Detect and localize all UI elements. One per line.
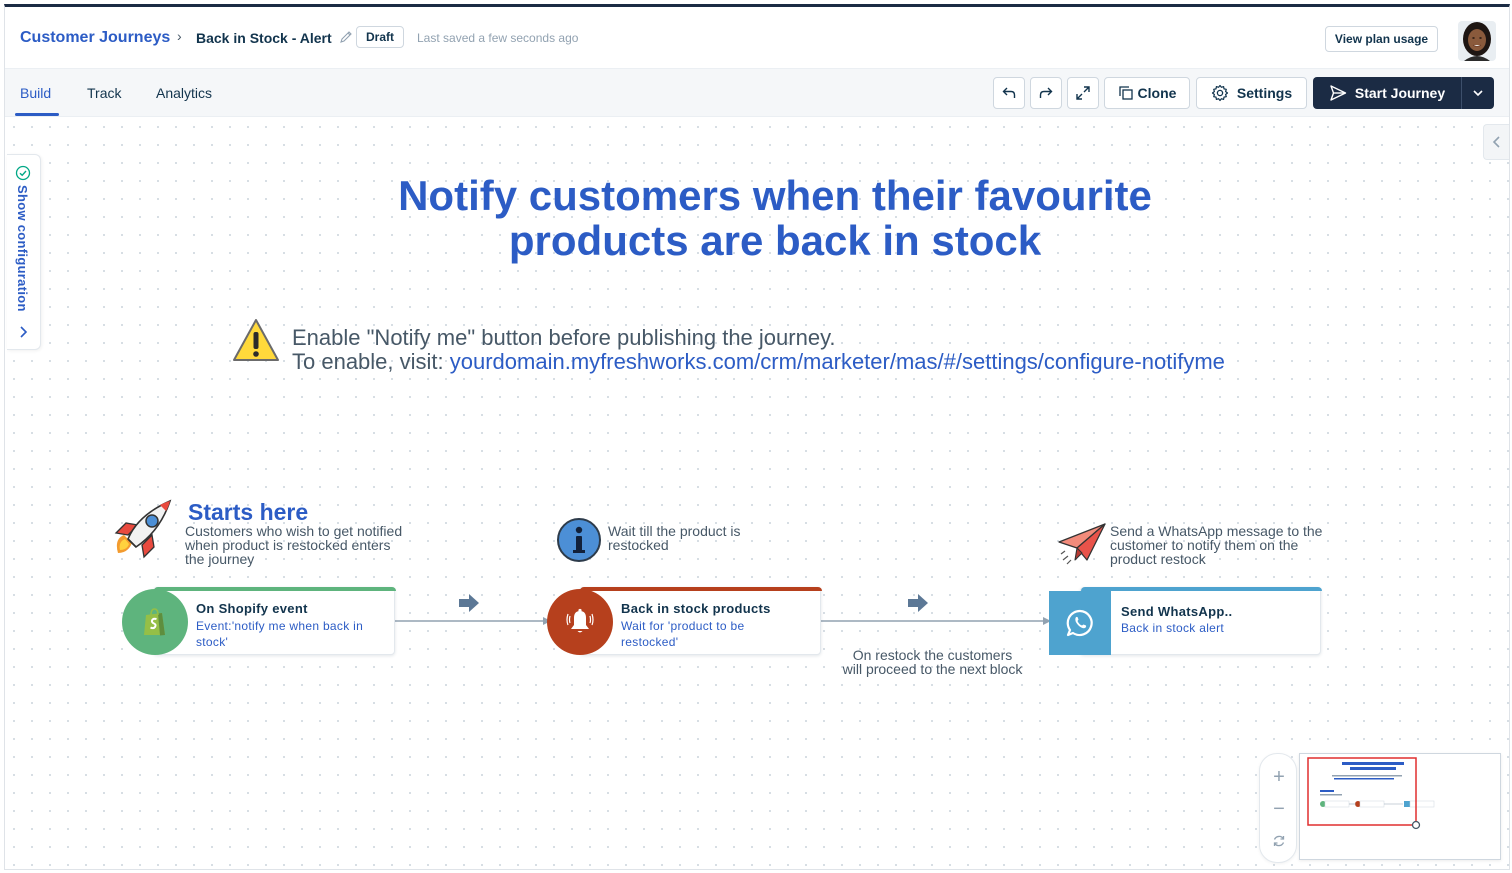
send-icon <box>1330 85 1347 101</box>
breadcrumb-separator: › <box>177 28 182 44</box>
avatar[interactable] <box>1458 21 1496 61</box>
connector-arrow-icon-1 <box>459 594 479 612</box>
headline-line-2: products are back in stock <box>508 217 1042 264</box>
start-journey-label: Start Journey <box>1354 85 1446 101</box>
undo-icon <box>1002 87 1016 98</box>
top-header: Customer Journeys › Back in Stock - Aler… <box>5 7 1509 69</box>
warning-text: Enable "Notify me" button before publish… <box>292 325 836 350</box>
send-desc-line-3: product restock <box>1110 551 1206 567</box>
redo-button[interactable] <box>1030 77 1062 109</box>
whatsapp-icon <box>1066 609 1093 637</box>
zoom-out-button[interactable]: − <box>1260 794 1298 824</box>
whatsapp-node-badge[interactable] <box>1049 591 1111 655</box>
zoom-in-button[interactable]: + <box>1260 762 1298 792</box>
send-description: Send a WhatsApp message to the customer … <box>1110 524 1322 566</box>
node-accent-bar <box>154 587 396 591</box>
starts-here-title: Starts here <box>188 499 309 525</box>
show-configuration-label: Show configuration <box>15 185 30 312</box>
clone-button[interactable]: Clone <box>1104 77 1190 109</box>
refresh-icon <box>1273 835 1285 847</box>
headline-line-1: Notify customers when their favourite <box>398 172 1152 219</box>
settings-label: Settings <box>1236 85 1293 101</box>
journey-headline: Notify customers when their favourite pr… <box>275 173 1275 263</box>
tab-track[interactable]: Track <box>87 85 121 101</box>
chevron-down-icon <box>1473 90 1483 97</box>
node-send-whatsapp[interactable]: Send WhatsApp.. Back in stock alert <box>1080 587 1322 655</box>
bell-icon <box>566 608 594 633</box>
connector-note-line-2: will proceed to the next block <box>842 661 1023 677</box>
tab-analytics[interactable]: Analytics <box>156 85 212 101</box>
shopify-icon <box>144 608 165 636</box>
wait-description: Wait till the product is restocked <box>608 524 741 552</box>
node-title: On Shopify event <box>196 601 308 616</box>
app-window: Customer Journeys › Back in Stock - Aler… <box>4 4 1510 870</box>
node-subtitle-line-1: Event:'notify me when back in <box>196 619 364 633</box>
fullscreen-button[interactable] <box>1067 77 1099 109</box>
wait-desc-line-2: restocked <box>608 537 669 553</box>
settings-button[interactable]: Settings <box>1196 77 1307 109</box>
warning-prefix: To enable, visit: <box>292 349 450 374</box>
start-journey-button[interactable]: Start Journey <box>1313 77 1494 109</box>
node-subtitle: Wait for 'product to be restocked' <box>621 618 744 650</box>
breadcrumb-customer-journeys[interactable]: Customer Journeys <box>20 29 170 47</box>
node-subtitle-line-1: Wait for 'product to be <box>621 619 745 633</box>
node-subtitle-line-2: stock' <box>196 635 229 649</box>
canvas-minimap[interactable] <box>1299 753 1501 860</box>
journey-title: Back in Stock - Alert <box>196 30 332 46</box>
wait-node-badge[interactable] <box>547 589 613 655</box>
tab-bar: Build Track Analytics Clone Settings Sta… <box>5 69 1509 117</box>
send-desc-line-1: Send a WhatsApp message to the <box>1110 523 1323 539</box>
redo-icon <box>1039 87 1053 98</box>
warning-link-line: To enable, visit: yourdomain.myfreshwork… <box>292 349 1225 375</box>
send-desc-line-2: customer to notify them on the <box>1110 537 1299 553</box>
connector-note: On restock the customers will proceed to… <box>825 648 1040 676</box>
zoom-controls: + − <box>1259 753 1297 863</box>
view-plan-usage-button[interactable]: View plan usage <box>1325 26 1438 52</box>
start-description: Customers who wish to get notified when … <box>185 524 402 566</box>
node-accent-bar <box>1081 587 1322 591</box>
connector-arrow-icon-2 <box>908 594 928 612</box>
chevron-left-icon <box>1492 136 1500 148</box>
wait-desc-line-1: Wait till the product is <box>608 523 741 539</box>
configure-notifyme-link[interactable]: yourdomain.myfreshworks.com/crm/marketer… <box>450 349 1225 374</box>
node-subtitle: Back in stock alert <box>1121 621 1225 635</box>
node-accent-bar <box>580 587 822 591</box>
clone-label: Clone <box>1137 85 1177 101</box>
status-badge: Draft <box>356 26 405 48</box>
minimap-preview <box>1307 757 1435 830</box>
node-shopify-event[interactable]: On Shopify event Event:'notify me when b… <box>153 587 396 655</box>
last-saved-text: Last saved a few seconds ago <box>417 31 579 45</box>
warning-icon <box>233 319 279 361</box>
start-desc-line-1: Customers who wish to get notified <box>185 523 403 539</box>
active-tab-indicator <box>15 113 59 116</box>
start-desc-line-2: when product is restocked enters <box>185 537 391 553</box>
collapse-panel-toggle[interactable] <box>1483 124 1509 160</box>
clone-icon <box>1118 86 1133 100</box>
start-desc-line-3: the journey <box>185 551 255 567</box>
chevron-right-icon <box>20 326 28 338</box>
undo-button[interactable] <box>993 77 1025 109</box>
paper-plane-icon <box>1058 523 1106 565</box>
rocket-icon <box>114 499 172 559</box>
reset-zoom-button[interactable] <box>1260 826 1298 856</box>
expand-icon <box>1076 86 1090 100</box>
start-journey-dropdown[interactable] <box>1462 77 1494 109</box>
info-icon <box>557 518 601 562</box>
node-back-in-stock[interactable]: Back in stock products Wait for 'product… <box>579 587 822 655</box>
node-subtitle-line-2: restocked' <box>621 635 679 649</box>
node-title: Send WhatsApp.. <box>1121 604 1233 619</box>
node-title: Back in stock products <box>621 601 771 616</box>
node-subtitle: Event:'notify me when back in stock' <box>196 618 363 650</box>
edit-pencil-icon[interactable] <box>339 30 353 44</box>
connector-note-line-1: On restock the customers <box>852 647 1013 663</box>
check-circle-icon <box>15 165 31 181</box>
show-configuration-tab[interactable]: Show configuration <box>7 154 41 350</box>
shopify-node-badge[interactable] <box>122 589 188 655</box>
gear-icon <box>1211 84 1228 102</box>
tab-build[interactable]: Build <box>20 85 51 101</box>
